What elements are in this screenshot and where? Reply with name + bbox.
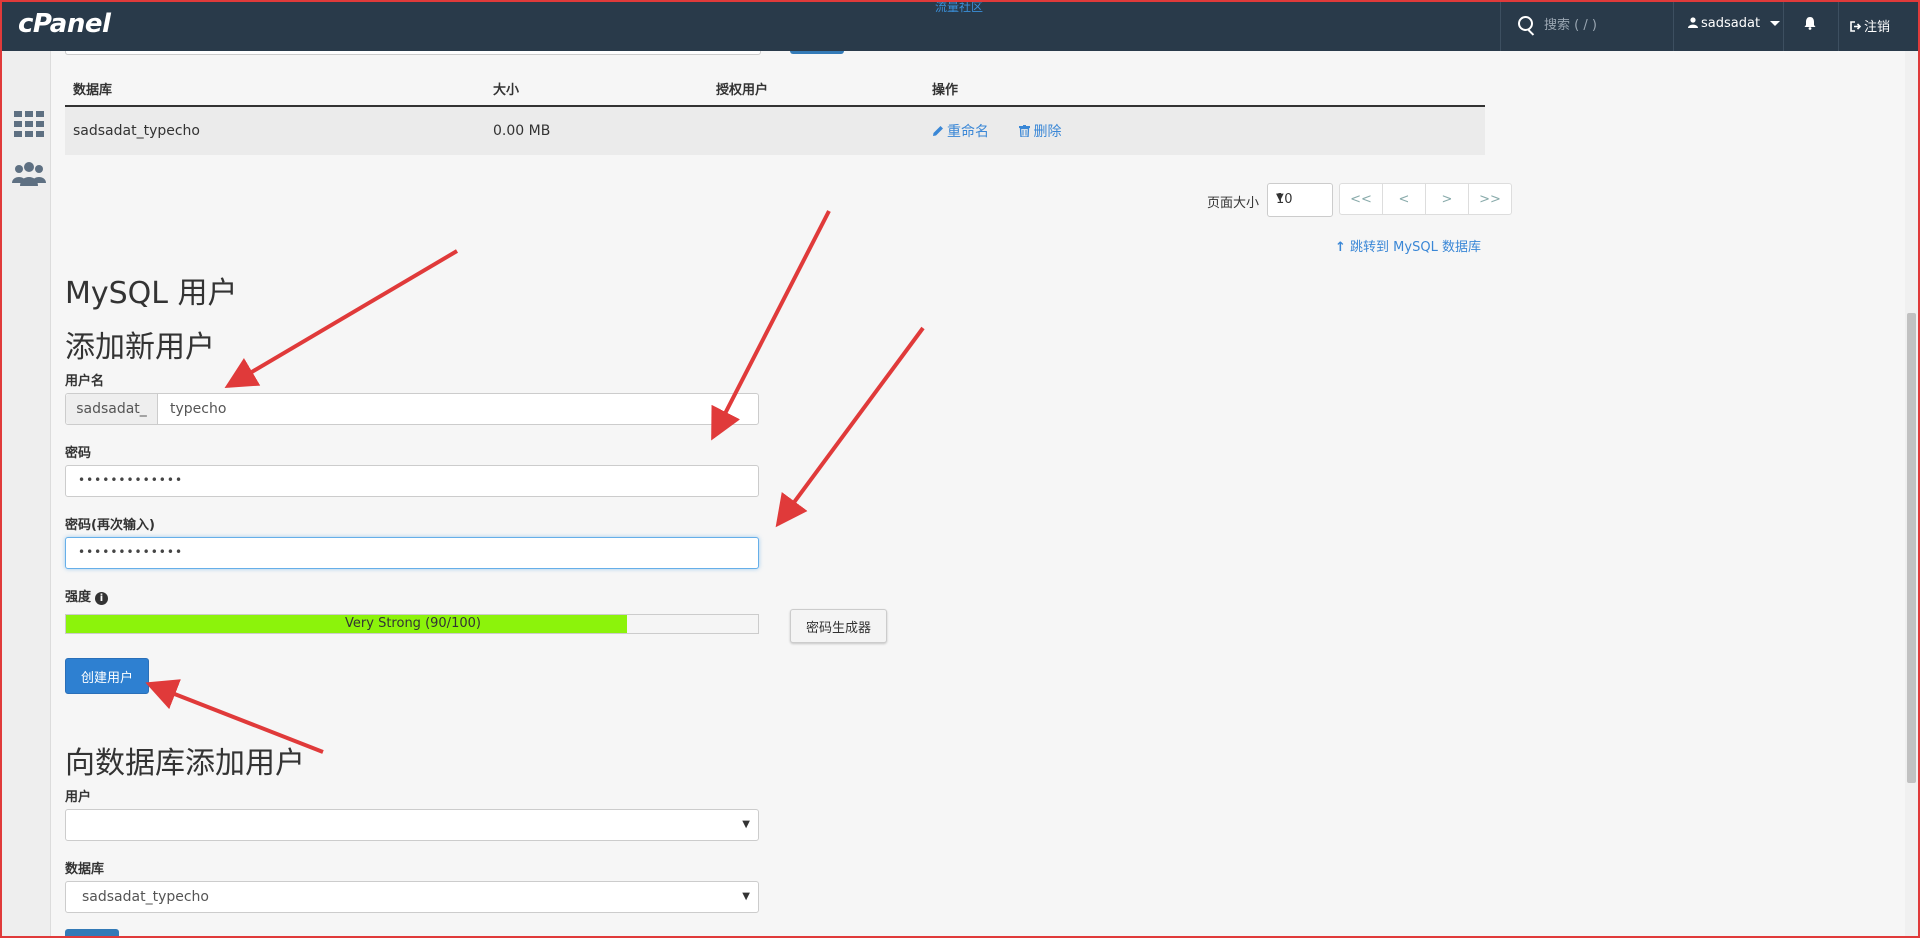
trash-icon [1019, 125, 1031, 138]
chevron-down-icon: ▼ [742, 819, 750, 830]
table-row: sadsadat_typecho 0.00 MB 重命名 删除 [65, 106, 1485, 155]
rename-label: 重命名 [947, 124, 989, 140]
first-page-button[interactable]: << [1339, 183, 1383, 215]
page-size-label: 页面大小 [1207, 196, 1260, 211]
user-menu[interactable]: sadsadat [1688, 16, 1781, 31]
top-note: 流量社区 [935, 0, 984, 14]
logout-button[interactable]: 注销 [1850, 16, 1890, 35]
logout-label: 注销 [1864, 20, 1891, 35]
info-icon[interactable]: i [95, 592, 109, 605]
page-size-select[interactable]: 10 ▼ [1267, 183, 1333, 217]
db-name: sadsadat_typecho [65, 106, 485, 155]
apps-grid-icon[interactable] [14, 111, 44, 137]
pencil-icon [933, 126, 943, 136]
db-select[interactable]: sadsadat_typecho ▼ [65, 881, 759, 913]
password-confirm-input[interactable]: ••••••••••••• [78, 545, 183, 559]
username-label: 用户名 [65, 374, 105, 389]
jump-link-label: 跳转到 MySQL 数据库 [1350, 240, 1481, 255]
username-input[interactable] [158, 394, 758, 424]
username-prefix: sadsadat_ [66, 394, 158, 424]
password-input[interactable]: ••••••••••••• [78, 473, 183, 487]
user-select[interactable]: ▼ [65, 809, 759, 841]
column-header[interactable]: 大小 [485, 71, 708, 107]
user-icon [1688, 17, 1698, 28]
strength-label-row: 强度 i [65, 586, 109, 605]
delete-label: 删除 [1033, 124, 1062, 140]
chevron-down-icon [1770, 21, 1781, 26]
username-field: sadsadat_ [65, 393, 759, 425]
strength-meter: Very Strong (90/100) [65, 614, 759, 634]
jump-to-databases-link[interactable]: ↑ 跳转到 MySQL 数据库 [1335, 236, 1481, 255]
password-field[interactable]: ••••••••••••• [65, 465, 759, 497]
databases-table: 数据库 大小 授权用户 操作 sadsadat_typecho 0.00 MB … [65, 71, 1485, 155]
rename-link[interactable]: 重命名 [932, 124, 989, 140]
db-select-label: 数据库 [65, 862, 105, 877]
password-confirm-field[interactable]: ••••••••••••• [65, 537, 759, 569]
delete-link[interactable]: 删除 [1019, 124, 1061, 140]
strength-text: Very Strong (90/100) [345, 616, 481, 631]
annotation-arrow [775, 326, 925, 528]
users-icon[interactable] [12, 161, 46, 187]
annotation-arrow [224, 249, 459, 389]
left-sidebar [2, 51, 51, 936]
next-page-button[interactable]: > [1425, 183, 1469, 215]
create-user-button[interactable]: 创建用户 [65, 658, 149, 694]
chevron-down-icon: ▼ [1276, 192, 1284, 203]
search-box[interactable] [1500, 0, 1670, 51]
column-header[interactable]: 数据库 [65, 71, 485, 107]
db-users [708, 106, 924, 155]
db-select-value: sadsadat_typecho [82, 889, 209, 905]
scrollbar[interactable] [1905, 51, 1918, 936]
logout-icon [1850, 21, 1862, 32]
add-user-to-db-heading: 向数据库添加用户 [65, 746, 305, 781]
mysql-users-heading: MySQL 用户 [65, 276, 238, 311]
user-select-label: 用户 [65, 790, 92, 805]
search-icon [1518, 16, 1533, 31]
scrollbar-thumb[interactable] [1907, 313, 1916, 783]
arrow-up-icon: ↑ [1335, 240, 1346, 255]
prev-page-button[interactable]: < [1382, 183, 1426, 215]
strength-label: 强度 [65, 590, 92, 605]
add-user-heading: 添加新用户 [65, 330, 215, 365]
chevron-down-icon: ▼ [742, 891, 750, 902]
divider [1673, 0, 1674, 51]
password-confirm-label: 密码(再次输入) [65, 518, 155, 533]
db-actions: 重命名 删除 [924, 106, 1485, 155]
password-generator-button[interactable]: 密码生成器 [790, 609, 887, 643]
username: sadsadat [1701, 16, 1761, 31]
cpanel-logo[interactable]: cPanel [18, 9, 111, 39]
bell-icon[interactable] [1803, 16, 1817, 30]
pagination: << < > >> [1339, 183, 1512, 215]
add-button-partial[interactable] [65, 929, 119, 938]
password-label: 密码 [65, 446, 92, 461]
db-size: 0.00 MB [485, 106, 708, 155]
top-bar: cPanel 流量社区 sadsadat 注销 [0, 0, 1920, 51]
column-header: 授权用户 [708, 71, 924, 107]
column-header: 操作 [924, 71, 1485, 107]
divider [1783, 0, 1784, 51]
divider [1838, 0, 1839, 51]
search-input[interactable] [1542, 14, 1666, 36]
last-page-button[interactable]: >> [1468, 183, 1512, 215]
